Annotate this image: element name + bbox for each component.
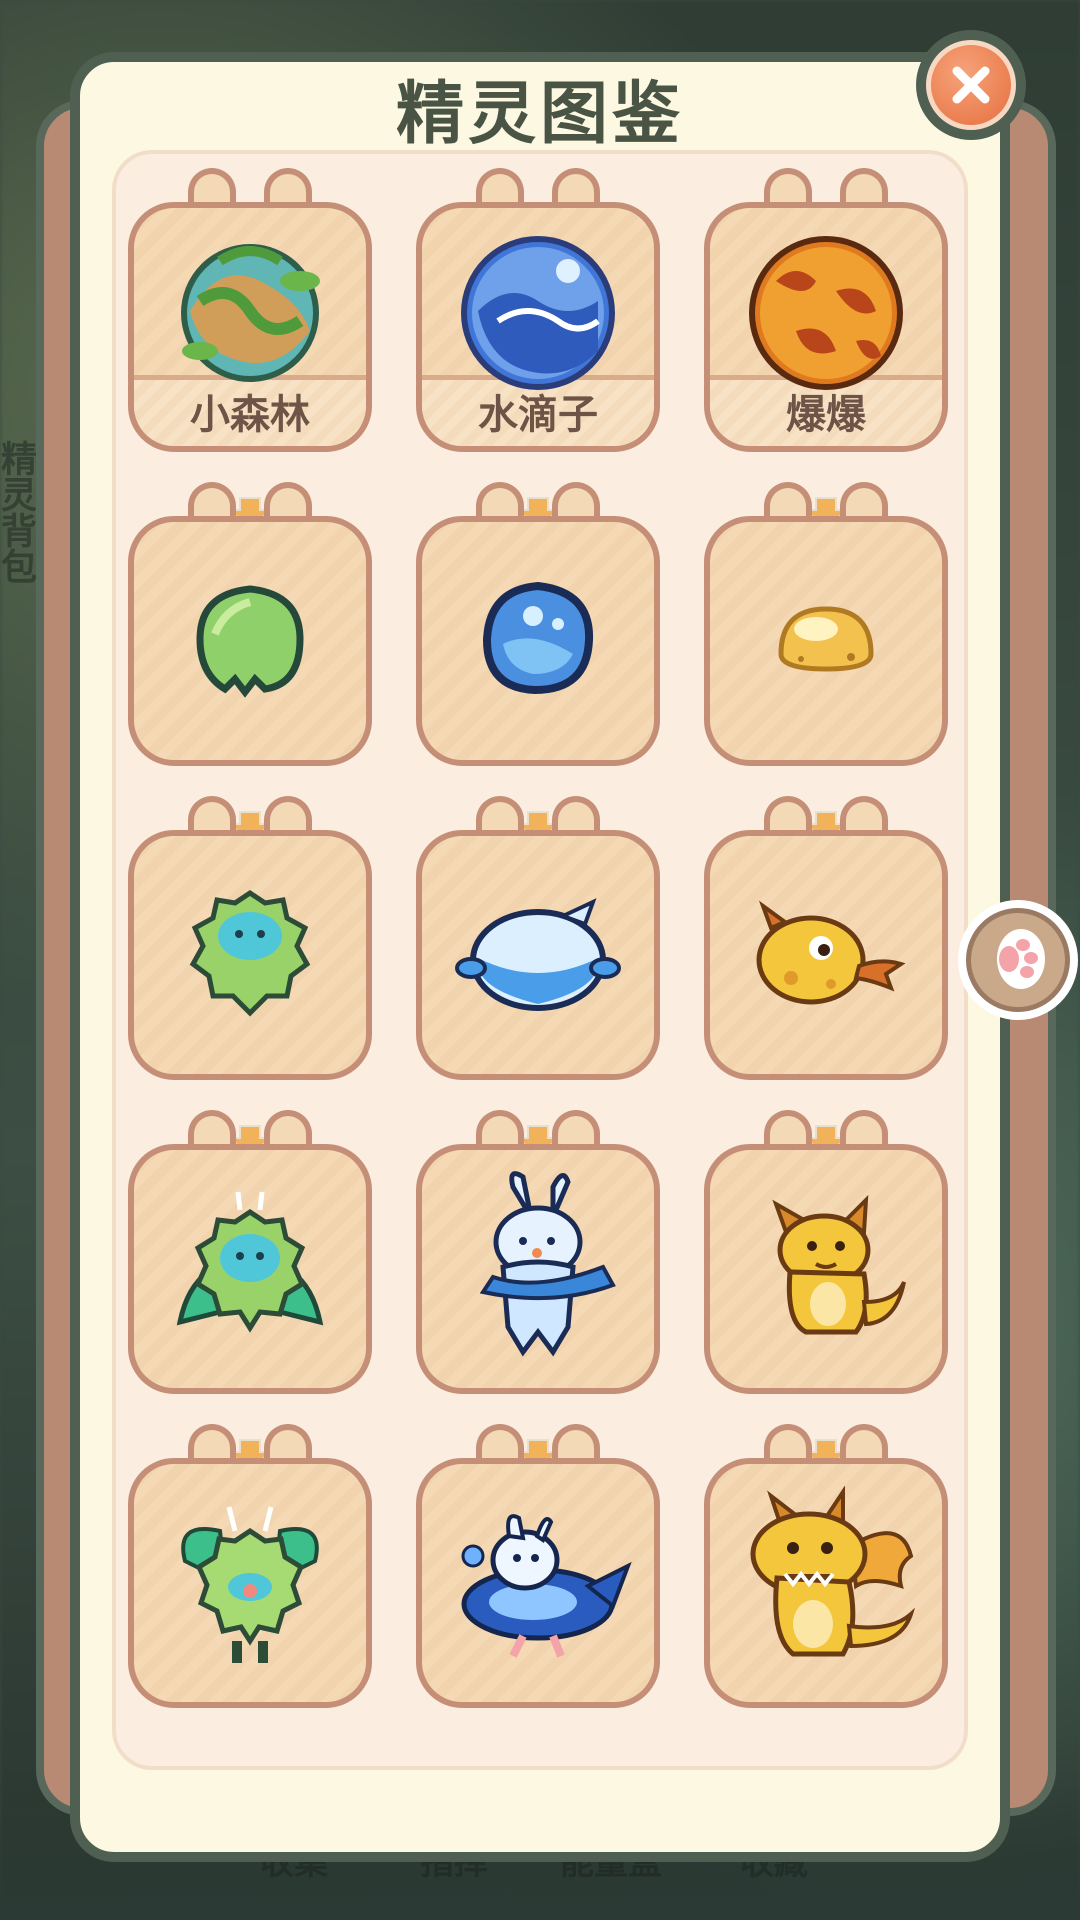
water-blob-icon [453,888,623,1022]
water-orb-icon [448,221,628,405]
golden-egg-icon [771,599,881,683]
spirit-stage-card[interactable] [128,482,372,772]
card-frame [704,1458,948,1708]
card-frame [128,1458,372,1708]
card-frame [128,516,372,766]
spirit-stage-card[interactable] [704,482,948,772]
card-frame [128,1144,372,1394]
fluffy-sprout-icon [175,878,325,1032]
spirit-egg-card[interactable]: 水滴子 [416,168,660,458]
background-side-label: 精灵背包 [0,440,36,584]
spirit-stage-card[interactable] [128,796,372,1086]
spirit-name: 爆爆 [786,392,866,438]
spirit-stage-card[interactable] [128,1424,372,1714]
spirit-name: 小森林 [190,392,310,438]
paw-icon [997,929,1045,989]
side-paw-button[interactable] [958,900,1078,1020]
water-bubble-icon [473,574,603,708]
spirit-stage-card[interactable] [704,796,948,1086]
spirit-stage-card[interactable] [128,1110,372,1400]
forest-fairy-icon [165,1491,335,1675]
ocean-rider-icon [443,1496,633,1670]
spirit-stage-card[interactable] [416,1424,660,1714]
spirit-stage-card[interactable] [704,1424,948,1714]
spirit-stage-card[interactable] [416,796,660,1086]
forest-orb-icon [160,221,340,405]
spirit-stage-card[interactable] [416,482,660,772]
card-frame: 水滴子 [416,202,660,452]
close-icon [952,66,990,104]
close-button[interactable] [916,30,1026,140]
card-frame [416,1458,660,1708]
fire-orb-icon [736,221,916,405]
spirit-egg-card[interactable]: 爆爆 [704,168,948,458]
card-frame [416,1144,660,1394]
leaf-fluff-icon [160,1182,340,1356]
card-frame [416,516,660,766]
baby-dragon-icon [746,1182,906,1356]
card-frame: 小森林 [128,202,372,452]
water-bunny-icon [453,1167,623,1371]
card-frame [128,830,372,1080]
spirit-name: 水滴子 [478,392,598,438]
card-frame [704,516,948,766]
fire-tadpole-icon [741,888,911,1022]
leaf-seed-icon [185,574,315,708]
card-frame: 爆爆 [704,202,948,452]
winged-dragon-icon [731,1485,921,1680]
card-frame [704,1144,948,1394]
spirit-stage-card[interactable] [704,1110,948,1400]
card-frame [704,830,948,1080]
card-frame [416,830,660,1080]
spirit-egg-card[interactable]: 小森林 [128,168,372,458]
spirit-stage-card[interactable] [416,1110,660,1400]
